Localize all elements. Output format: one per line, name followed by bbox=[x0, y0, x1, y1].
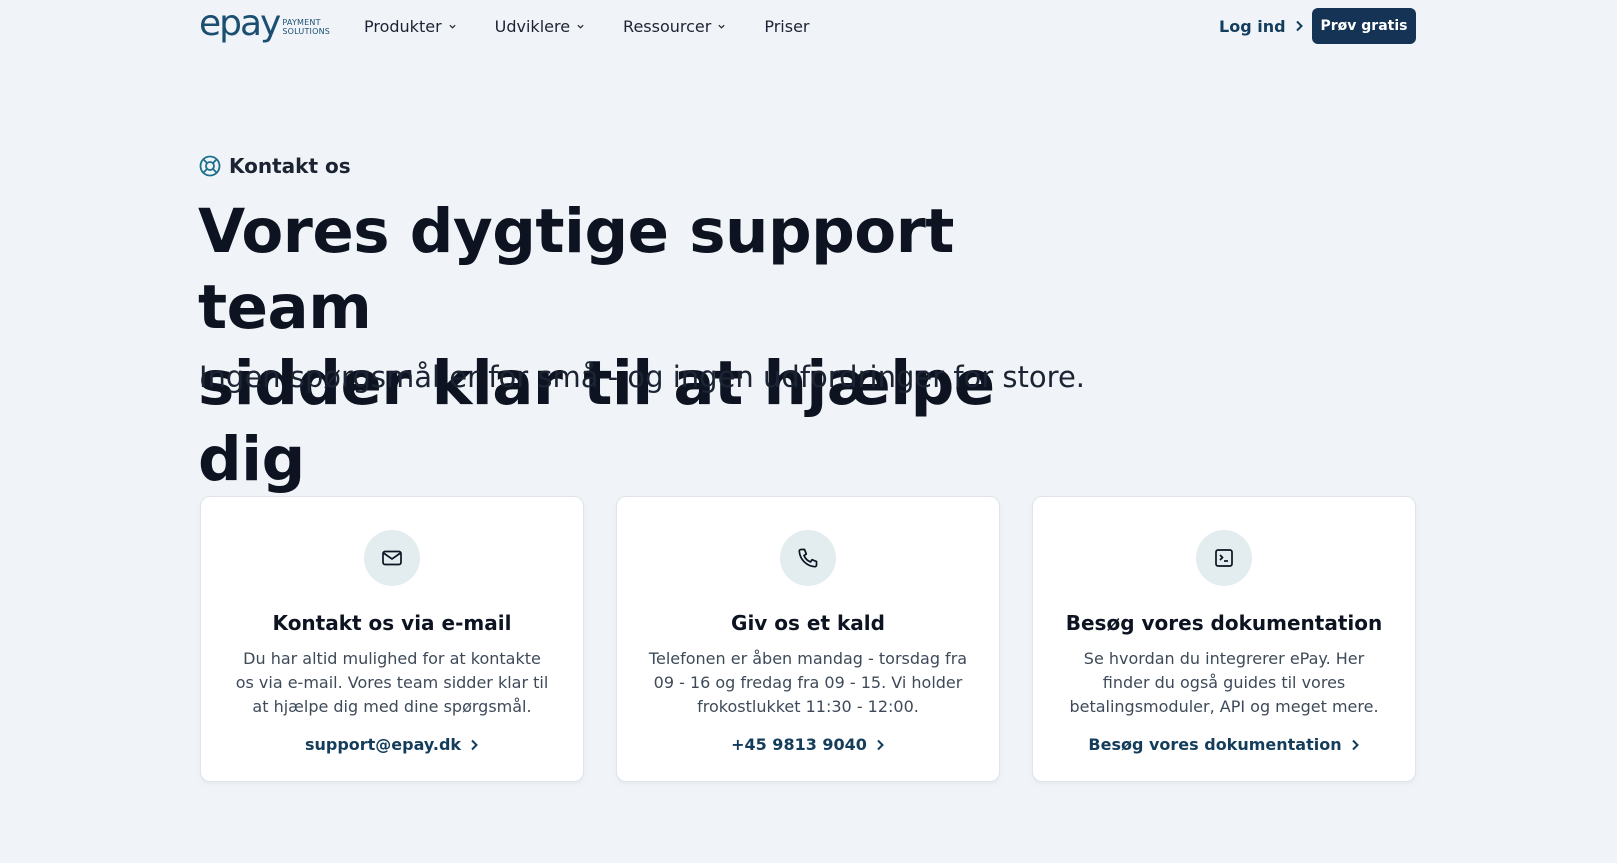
lifebuoy-icon bbox=[199, 155, 221, 177]
menu-item-label: Udviklere bbox=[494, 16, 571, 36]
card-title: Kontakt os via e-mail bbox=[272, 611, 512, 635]
mail-icon bbox=[382, 550, 402, 566]
icon-badge bbox=[780, 530, 836, 586]
contact-cards: Kontakt os via e-mail Du har altid mulig… bbox=[200, 496, 1416, 782]
logo-tagline-line1: PAYMENT bbox=[282, 18, 321, 27]
menu-item-label: Ressourcer bbox=[623, 16, 712, 36]
contact-eyebrow: Kontakt os bbox=[199, 154, 351, 178]
login-label: Log ind bbox=[1219, 16, 1286, 36]
chevron-right-icon bbox=[471, 739, 478, 750]
terminal-icon bbox=[1215, 549, 1233, 567]
menu-item-label: Produkter bbox=[364, 16, 442, 36]
chevron-right-icon bbox=[1351, 739, 1359, 750]
menu-item-produkter[interactable]: Produkter bbox=[364, 15, 457, 37]
menu-item-udviklere[interactable]: Udviklere bbox=[495, 15, 585, 37]
documentation-card: Besøg vores dokumentation Se hvordan du … bbox=[1032, 496, 1416, 782]
phone-card: Giv os et kald Telefonen er åben mandag … bbox=[616, 496, 1000, 782]
epay-logo[interactable]: epay PAYMENT SOLUTIONS bbox=[199, 4, 330, 44]
icon-badge bbox=[364, 530, 420, 586]
logo-tagline-line2: SOLUTIONS bbox=[282, 27, 331, 36]
menu-item-priser[interactable]: Priser bbox=[764, 15, 809, 37]
email-link[interactable]: support@epay.dk bbox=[305, 735, 479, 754]
page-title-line1: Vores dygtige support team bbox=[198, 196, 954, 343]
documentation-link[interactable]: Besøg vores dokumentation bbox=[1088, 735, 1359, 754]
card-description: Se hvordan du integrerer ePay. Her finde… bbox=[1069, 649, 1379, 716]
icon-badge bbox=[1196, 530, 1252, 586]
logo-wordmark: epay bbox=[199, 3, 281, 44]
card-title: Besøg vores dokumentation bbox=[1065, 611, 1383, 635]
try-free-button[interactable]: Prøv gratis bbox=[1312, 8, 1416, 44]
card-title: Giv os et kald bbox=[731, 611, 885, 635]
chevron-right-icon bbox=[1295, 20, 1303, 32]
chevron-right-icon bbox=[877, 739, 884, 750]
card-description: Du har altid mulighed for at kontakte os… bbox=[235, 649, 549, 716]
top-navigation: epay PAYMENT SOLUTIONS Produkter Udvikle… bbox=[0, 0, 1617, 52]
logo-tagline: PAYMENT SOLUTIONS bbox=[282, 18, 330, 36]
card-description: Telefonen er åben mandag - torsdag fra 0… bbox=[648, 649, 968, 716]
card-link-label: +45 9813 9040 bbox=[731, 735, 867, 754]
chevron-down-icon bbox=[718, 24, 725, 29]
page-title: Vores dygtige support team sidder klar t… bbox=[198, 194, 1098, 498]
chevron-down-icon bbox=[449, 24, 456, 29]
login-link[interactable]: Log ind bbox=[1219, 15, 1304, 37]
menu-item-label: Priser bbox=[764, 16, 810, 36]
phone-icon bbox=[798, 548, 818, 568]
page-subtitle: Ingen spørgsmål er for små - og ingen ud… bbox=[199, 360, 1086, 394]
main-menu: Produkter Udviklere Ressourcer Priser bbox=[364, 15, 848, 37]
eyebrow-label: Kontakt os bbox=[229, 154, 351, 178]
menu-item-ressourcer[interactable]: Ressourcer bbox=[623, 15, 726, 37]
email-card: Kontakt os via e-mail Du har altid mulig… bbox=[200, 496, 584, 782]
phone-link[interactable]: +45 9813 9040 bbox=[731, 735, 885, 754]
card-link-label: Besøg vores dokumentation bbox=[1088, 735, 1342, 754]
card-link-label: support@epay.dk bbox=[304, 735, 462, 754]
chevron-down-icon bbox=[577, 24, 584, 29]
